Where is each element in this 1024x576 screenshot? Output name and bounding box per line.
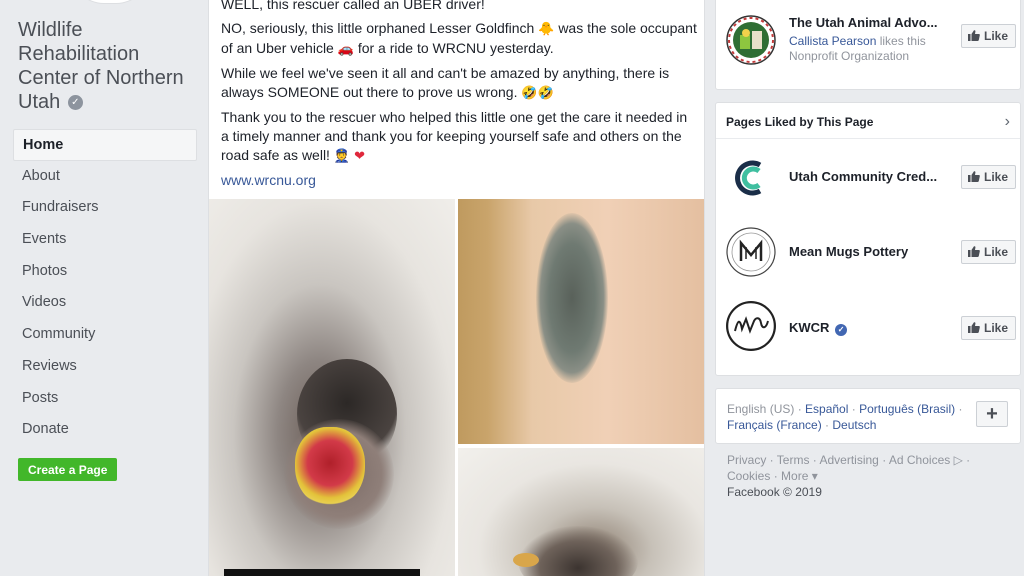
pages-liked-card: Pages Liked by This Page › Utah Communit… — [715, 102, 1021, 376]
nav-photos[interactable]: Photos — [13, 256, 197, 288]
nav-fundraisers[interactable]: Fundraisers — [13, 192, 197, 224]
related-page-category: Nonprofit Organization — [789, 49, 910, 63]
footer-link-terms[interactable]: Terms — [777, 453, 810, 467]
like-button[interactable]: Like — [960, 24, 1016, 48]
create-page-button[interactable]: Create a Page — [18, 458, 118, 481]
caret-down-icon: ▾ — [811, 469, 818, 483]
post-photo-bird-in-hand[interactable] — [458, 199, 704, 444]
footer-link-cookies[interactable]: Cookies — [727, 469, 770, 483]
nav-about[interactable]: About — [13, 161, 197, 193]
pages-liked-header: Pages Liked by This Page › — [716, 103, 1020, 139]
post-text-span: While we feel we've seen it all and can'… — [221, 65, 670, 100]
language-link[interactable]: Español — [805, 402, 848, 416]
copyright-text: Facebook © 2019 — [727, 485, 822, 499]
post-photo-bird-mouth-open[interactable] — [209, 199, 455, 576]
current-language: English (US) — [727, 402, 795, 416]
bird-beak-shape — [295, 427, 365, 507]
nav-posts[interactable]: Posts — [13, 383, 197, 415]
thumbs-up-icon — [967, 171, 980, 182]
post-photo-bird-on-cloth[interactable] — [458, 448, 704, 576]
liked-page-name[interactable]: KWCR — [789, 320, 829, 335]
post-line-1: WELL, this rescuer called an UBER driver… — [221, 0, 485, 12]
pages-liked-title[interactable]: Pages Liked by This Page — [726, 115, 873, 129]
laughing-emoji-icon: 🤣🤣 — [521, 86, 554, 101]
utah-community-credit-union-avatar[interactable] — [726, 153, 776, 203]
language-list: English (US) · Español · Português (Bras… — [727, 402, 963, 432]
page-title[interactable]: Wildlife Rehabilitation Center of Northe… — [18, 18, 203, 114]
nav-home[interactable]: Home — [13, 129, 197, 161]
footer-link-advertising[interactable]: Advertising — [819, 453, 878, 467]
liked-page-name[interactable]: Mean Mugs Pottery — [789, 244, 908, 259]
like-button[interactable]: Like — [960, 165, 1016, 189]
thumbs-up-icon — [967, 246, 980, 257]
liked-page-name[interactable]: Utah Community Cred... — [789, 169, 937, 184]
like-button[interactable]: Like — [960, 240, 1016, 264]
police-heart-emoji-icon: 👮 ❤ — [333, 149, 366, 164]
liker-link[interactable]: Callista Pearson — [789, 34, 876, 48]
post-text-span: Thank you to the rescuer who helped this… — [221, 109, 688, 163]
bird-body-shape — [518, 526, 638, 576]
language-card: English (US) · Español · Português (Bras… — [715, 388, 1021, 444]
verified-badge-icon: ✓ — [835, 324, 848, 336]
chick-emoji-icon: 🐥 — [538, 22, 555, 37]
like-button[interactable]: Like — [960, 316, 1016, 340]
post-text-span: NO, seriously, this little orphaned Less… — [221, 20, 535, 36]
related-page-title[interactable]: The Utah Animal Advo... — [789, 15, 938, 30]
page-profile-picture[interactable] — [70, 0, 150, 4]
community-like-card: The Utah Animal Advo... Callista Pearson… — [715, 0, 1021, 90]
nav-reviews[interactable]: Reviews — [13, 351, 197, 383]
bird-body-shape — [536, 213, 608, 383]
kwcr-avatar[interactable] — [726, 301, 776, 351]
liked-page-row: Utah Community Cred... Like — [726, 153, 1016, 203]
nav-community[interactable]: Community — [13, 319, 197, 351]
language-link[interactable]: Deutsch — [832, 418, 876, 432]
page-footer: Privacy · Terms · Advertising · Ad Choic… — [727, 452, 997, 500]
post-paragraph-3: While we feel we've seen it all and can'… — [221, 64, 697, 103]
like-label: Like — [983, 170, 1008, 184]
post-message: WELL, this rescuer called an UBER driver… — [221, 0, 697, 195]
post-text-span: for a ride to WRCNU yesterday. — [357, 40, 554, 56]
like-label: Like — [983, 245, 1008, 259]
post-paragraph-2: NO, seriously, this little orphaned Less… — [221, 19, 697, 59]
related-page-liker: Callista Pearson likes this — [789, 34, 926, 49]
post-card: WELL, this rescuer called an UBER driver… — [208, 0, 705, 576]
page-nav: Home About Fundraisers Events Photos Vid… — [13, 129, 197, 446]
mean-mugs-pottery-avatar[interactable] — [726, 227, 776, 277]
post-link[interactable]: www.wrcnu.org — [221, 172, 316, 188]
footer-link-ad-choices[interactable]: Ad Choices — [889, 453, 950, 467]
post-paragraph-4: Thank you to the rescuer who helped this… — [221, 108, 697, 166]
utah-animal-advocacy-avatar[interactable] — [726, 15, 776, 65]
bird-beak-shape — [513, 553, 539, 567]
verified-check-icon: ✓ — [67, 95, 83, 111]
nav-videos[interactable]: Videos — [13, 287, 197, 319]
page-name-text[interactable]: Wildlife Rehabilitation Center of Northe… — [18, 19, 184, 113]
likes-text: likes this — [879, 34, 926, 48]
add-language-button[interactable]: + — [976, 401, 1008, 427]
nav-donate[interactable]: Donate — [13, 414, 197, 446]
footer-link-more[interactable]: More — [781, 469, 808, 483]
left-sidebar: Wildlife Rehabilitation Center of Northe… — [0, 0, 205, 576]
thumbs-up-icon — [967, 322, 980, 333]
language-link[interactable]: Português (Brasil) — [859, 402, 955, 416]
like-label: Like — [983, 29, 1008, 43]
ad-choices-icon: ▷ — [953, 453, 963, 467]
footer-link-privacy[interactable]: Privacy — [727, 453, 766, 467]
nav-events[interactable]: Events — [13, 224, 197, 256]
related-page-row: The Utah Animal Advo... Callista Pearson… — [726, 15, 1016, 65]
liked-page-name-kwcr[interactable]: KWCR ✓ — [789, 320, 848, 336]
photo-caption-bar — [224, 569, 420, 576]
like-label: Like — [983, 321, 1008, 335]
liked-page-row: Mean Mugs Pottery Like — [726, 227, 1016, 277]
car-emoji-icon: 🚗 — [337, 42, 354, 57]
chevron-right-icon[interactable]: › — [1005, 113, 1010, 131]
language-link[interactable]: Français (France) — [727, 418, 822, 432]
thumbs-up-icon — [967, 30, 980, 41]
liked-page-row: KWCR ✓ Like — [726, 301, 1016, 351]
